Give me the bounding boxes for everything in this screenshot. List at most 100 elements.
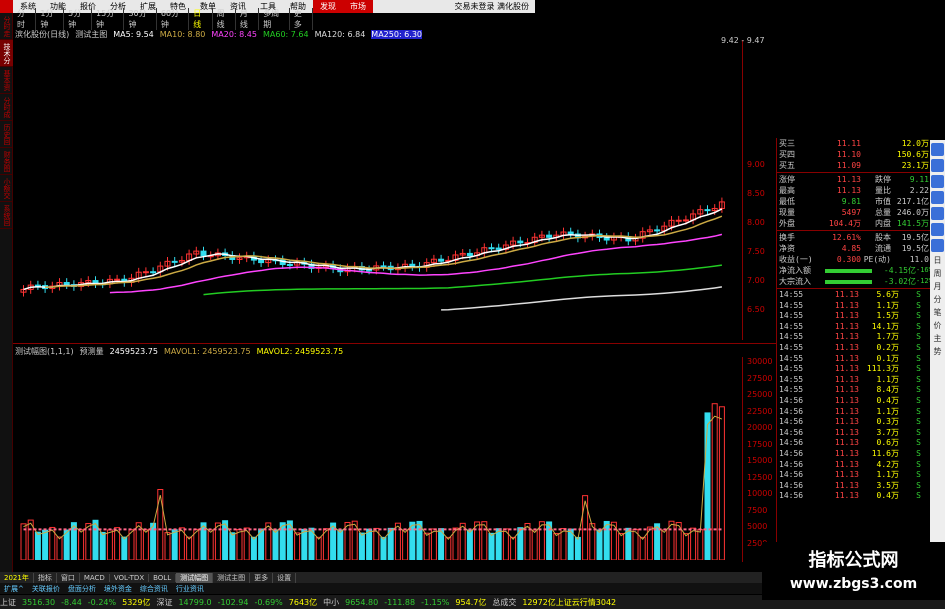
tick-row[interactable]: 14:55 11.13 5.6万 S bbox=[777, 290, 930, 301]
indicator-tab[interactable]: VOL-TDX bbox=[110, 573, 150, 582]
login-status[interactable]: 交易未登录 满化股份 bbox=[454, 1, 535, 12]
tool-icon[interactable] bbox=[931, 191, 944, 204]
volume-bar bbox=[603, 520, 610, 560]
tick-row[interactable]: 14:56 11.13 0.6万 S bbox=[777, 438, 930, 449]
tick-row[interactable]: 14:55 11.13 14.1万 S bbox=[777, 322, 930, 333]
indicator-tab[interactable]: 窗口 bbox=[57, 572, 80, 583]
tick-row[interactable]: 14:56 11.13 4.2万 S bbox=[777, 460, 930, 471]
left-tab[interactable]: 财务图示 bbox=[0, 148, 13, 175]
tick-row[interactable]: 14:56 11.13 3.7万 S bbox=[777, 428, 930, 439]
period-shortcut[interactable]: 主 bbox=[931, 333, 944, 344]
period-shortcut[interactable]: 日 bbox=[931, 255, 944, 266]
extension-tab[interactable]: 扩展^ bbox=[0, 584, 28, 594]
extension-tab[interactable]: 关联报价 bbox=[28, 584, 64, 594]
tool-icon[interactable] bbox=[931, 159, 944, 172]
volume-legend: 测试幅图(1,1,1) 预测量 2459523.75 MAVOL1: 24595… bbox=[15, 345, 349, 357]
volume-bar bbox=[409, 521, 416, 560]
tick-row[interactable]: 14:55 11.13 0.2万 S bbox=[777, 343, 930, 354]
kline-chart[interactable] bbox=[13, 40, 742, 560]
sh-index-label[interactable]: 上证 bbox=[0, 597, 16, 608]
left-tab[interactable]: 技术分析 bbox=[0, 40, 13, 67]
volume-bar bbox=[56, 536, 63, 560]
candle-body bbox=[258, 259, 265, 264]
tick-row[interactable]: 14:55 11.13 8.4万 S bbox=[777, 385, 930, 396]
tick-price: 11.13 bbox=[834, 321, 859, 331]
period-button[interactable]: 分时 bbox=[13, 8, 37, 30]
extension-tab[interactable]: 盘面分析 bbox=[64, 584, 100, 594]
indicator-tab[interactable]: 测试幅图 bbox=[176, 572, 214, 583]
zx-index-label[interactable]: 中小 bbox=[323, 597, 339, 608]
period-shortcut[interactable]: 价 bbox=[931, 320, 944, 331]
tick-side: S bbox=[916, 332, 921, 342]
left-tab[interactable]: 分时成交 bbox=[0, 94, 13, 121]
volume-bar bbox=[121, 536, 128, 560]
tick-row[interactable]: 14:56 11.13 0.4万 S bbox=[777, 396, 930, 407]
period-button[interactable]: 日线 bbox=[189, 8, 213, 30]
indicator-tab[interactable]: BOLL bbox=[149, 573, 177, 582]
volume-tick-label: 7500 bbox=[747, 505, 768, 515]
menu-item-market[interactable]: 市场 bbox=[343, 0, 373, 13]
tick-price: 11.13 bbox=[834, 470, 859, 480]
indicator-tab[interactable]: 更多 bbox=[250, 572, 274, 583]
period-button[interactable]: 1分钟 bbox=[36, 8, 65, 30]
sz-index-label[interactable]: 深证 bbox=[156, 597, 172, 608]
tick-row[interactable]: 14:55 11.13 111.3万 S bbox=[777, 364, 930, 375]
period-shortcut[interactable]: 月 bbox=[931, 281, 944, 292]
indicator-tab[interactable]: 设置 bbox=[273, 572, 297, 583]
tick-row[interactable]: 14:56 11.13 1.1万 S bbox=[777, 470, 930, 481]
tick-row[interactable]: 14:55 11.13 1.1万 S bbox=[777, 301, 930, 312]
left-tab[interactable]: 小额交易 bbox=[0, 175, 13, 202]
period-shortcut[interactable]: 分 bbox=[931, 294, 944, 305]
stat-row: 换手 12.61% 股本 19.5亿 bbox=[777, 232, 930, 243]
tick-row[interactable]: 14:56 11.13 0.4万 S bbox=[777, 491, 930, 502]
left-tab[interactable]: 系统回归 bbox=[0, 202, 13, 229]
sub-indicator-name[interactable]: 测试幅图(1,1,1) bbox=[15, 346, 74, 357]
price-tick-label: 7.50 bbox=[747, 247, 765, 256]
sz-index-pct: -0.69% bbox=[254, 597, 283, 607]
tick-row[interactable]: 14:56 11.13 0.3万 S bbox=[777, 417, 930, 428]
extension-tab[interactable]: 行业资讯 bbox=[172, 584, 208, 594]
main-indicator-name[interactable]: 测试主图 bbox=[75, 29, 107, 40]
tick-row[interactable]: 14:56 11.13 11.6万 S bbox=[777, 449, 930, 460]
tool-icon[interactable] bbox=[931, 143, 944, 156]
indicator-tab[interactable]: 指标 bbox=[34, 572, 57, 583]
period-button[interactable]: 周线 bbox=[213, 8, 236, 30]
tick-time: 14:56 bbox=[779, 395, 804, 405]
stat-row: 收益(一) 0.300 PE(动) 11.0 bbox=[777, 254, 930, 265]
tick-row[interactable]: 14:56 11.13 1.1万 S bbox=[777, 407, 930, 418]
tick-row[interactable]: 14:55 11.13 1.1万 S bbox=[777, 375, 930, 386]
left-tab[interactable]: 基本资料 bbox=[0, 67, 13, 94]
tick-row[interactable]: 14:56 11.13 3.5万 S bbox=[777, 481, 930, 492]
ma5-line bbox=[23, 208, 723, 291]
left-tab[interactable]: 历史回忆 bbox=[0, 121, 13, 148]
tool-icon[interactable] bbox=[931, 223, 944, 236]
indicator-tab[interactable]: MACD bbox=[80, 573, 110, 582]
tool-icon[interactable] bbox=[931, 175, 944, 188]
volume-bar bbox=[164, 532, 171, 560]
menu-item-discover[interactable]: 发现 bbox=[313, 0, 343, 13]
period-shortcut[interactable]: 势 bbox=[931, 346, 944, 357]
period-button[interactable]: 15分钟 bbox=[92, 8, 125, 30]
extension-tab[interactable]: 综合资讯 bbox=[136, 584, 172, 594]
volume-tick-label: 10000 bbox=[747, 489, 773, 498]
period-button[interactable]: 月线 bbox=[236, 8, 260, 30]
period-button[interactable]: 60分钟 bbox=[157, 8, 190, 30]
tool-icon[interactable] bbox=[931, 239, 944, 252]
period-button[interactable]: 更多 bbox=[290, 8, 314, 30]
volume-bar bbox=[366, 528, 373, 560]
extension-tab[interactable]: 境外资金 bbox=[100, 584, 136, 594]
tick-row[interactable]: 14:55 11.13 0.1万 S bbox=[777, 354, 930, 365]
period-button[interactable]: 多周期 bbox=[259, 8, 290, 30]
volume-bar bbox=[279, 522, 286, 560]
period-button[interactable]: 5分钟 bbox=[64, 8, 93, 30]
tool-icon[interactable] bbox=[931, 207, 944, 220]
period-shortcut[interactable]: 笔 bbox=[931, 307, 944, 318]
left-tab[interactable]: 分时走势 bbox=[0, 13, 13, 40]
tick-row[interactable]: 14:55 11.13 1.5万 S bbox=[777, 311, 930, 322]
period-button[interactable]: 30分钟 bbox=[124, 8, 157, 30]
tick-side: S bbox=[916, 290, 921, 299]
tick-row[interactable]: 14:55 11.13 1.7万 S bbox=[777, 332, 930, 343]
period-shortcut[interactable]: 周 bbox=[931, 268, 944, 279]
indicator-tab[interactable]: 测试主图 bbox=[213, 572, 251, 583]
stat-value: 11.13 bbox=[836, 186, 861, 195]
